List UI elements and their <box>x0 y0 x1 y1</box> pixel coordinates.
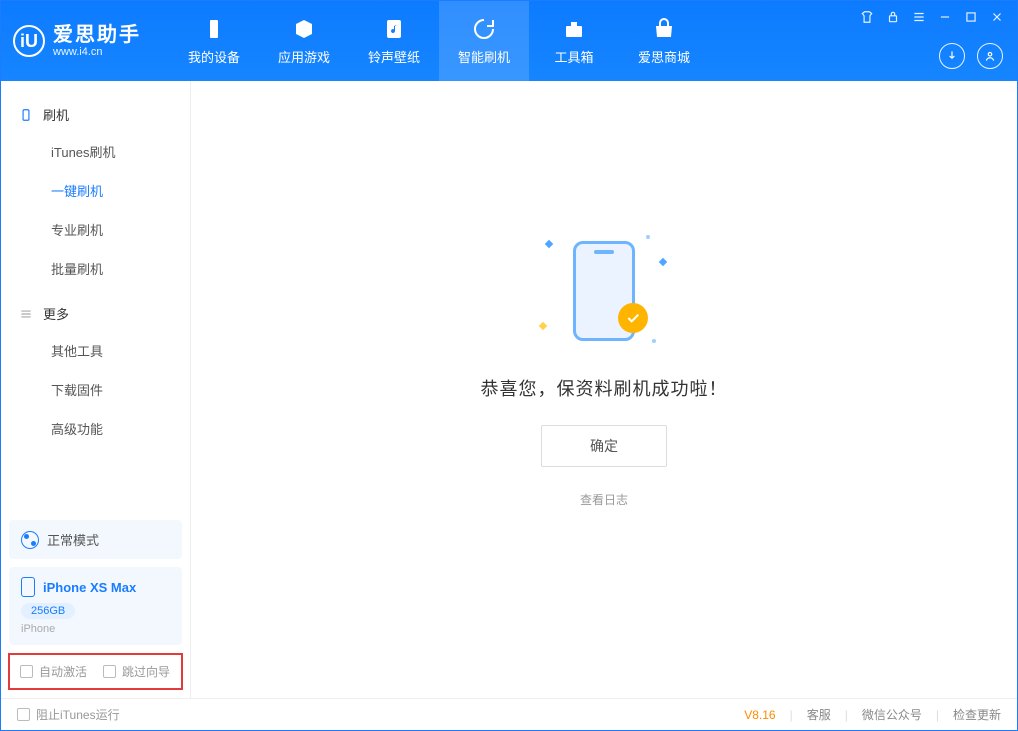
sidebar-item[interactable]: 批量刷机 <box>1 249 190 288</box>
window-controls <box>859 9 1005 25</box>
nav-tab-music[interactable]: 铃声壁纸 <box>349 1 439 81</box>
body: 刷机 iTunes刷机一键刷机专业刷机批量刷机 更多 其他工具下载固件高级功能 … <box>1 81 1017 698</box>
device-icon <box>21 577 35 597</box>
nav-tab-shop[interactable]: 爱思商城 <box>619 1 709 81</box>
footer-right: V8.16 | 客服 | 微信公众号 | 检查更新 <box>744 706 1001 723</box>
view-log-link[interactable]: 查看日志 <box>580 491 628 508</box>
sidebar-item[interactable]: 一键刷机 <box>1 171 190 210</box>
sidebar: 刷机 iTunes刷机一键刷机专业刷机批量刷机 更多 其他工具下载固件高级功能 … <box>1 81 191 698</box>
shirt-icon[interactable] <box>859 9 875 25</box>
mode-label: 正常模式 <box>47 530 99 549</box>
footer-link-wechat[interactable]: 微信公众号 <box>862 706 922 723</box>
device-storage: 256GB <box>21 603 75 619</box>
nav-tab-cube[interactable]: 应用游戏 <box>259 1 349 81</box>
checkbox-icon <box>20 665 33 678</box>
menu-icon[interactable] <box>911 9 927 25</box>
sidebar-checks-highlight: 自动激活 跳过向导 <box>8 653 183 690</box>
sidebar-group-flash: 刷机 <box>1 97 190 132</box>
checkbox-auto-activate[interactable]: 自动激活 <box>20 663 87 680</box>
list-icon <box>19 307 33 321</box>
nav-tab-toolbox[interactable]: 工具箱 <box>529 1 619 81</box>
footer-link-service[interactable]: 客服 <box>807 706 831 723</box>
sidebar-top: 刷机 iTunes刷机一键刷机专业刷机批量刷机 更多 其他工具下载固件高级功能 <box>1 81 190 512</box>
nav-tab-label: 应用游戏 <box>278 47 330 66</box>
device-type: iPhone <box>21 623 170 635</box>
version-label: V8.16 <box>744 708 775 722</box>
sidebar-item[interactable]: 下载固件 <box>1 370 190 409</box>
checkbox-label: 自动激活 <box>39 663 87 680</box>
download-icon[interactable] <box>939 43 965 69</box>
refresh-icon <box>472 17 496 41</box>
success-panel: 恭喜您，保资料刷机成功啦！ 确定 查看日志 <box>481 231 728 508</box>
shop-icon <box>652 17 676 41</box>
success-message: 恭喜您，保资料刷机成功啦！ <box>481 375 728 401</box>
footer-link-update[interactable]: 检查更新 <box>953 706 1001 723</box>
success-illustration <box>534 231 674 351</box>
sidebar-bottom: 正常模式 iPhone XS Max 256GB iPhone 自动激活 <box>1 512 190 698</box>
sidebar-group-title: 更多 <box>43 304 69 323</box>
mode-icon <box>21 531 39 549</box>
checkbox-skip-guide[interactable]: 跳过向导 <box>103 663 170 680</box>
sidebar-item[interactable]: 高级功能 <box>1 409 190 448</box>
nav-tab-label: 工具箱 <box>554 47 593 66</box>
check-badge-icon <box>618 303 648 333</box>
phone-icon <box>19 108 33 122</box>
logo-title: 爱思助手 <box>53 24 141 46</box>
nav-tab-refresh[interactable]: 智能刷机 <box>439 1 529 81</box>
checkbox-label: 阻止iTunes运行 <box>36 706 120 723</box>
nav-tab-label: 我的设备 <box>188 47 240 66</box>
close-icon[interactable] <box>989 9 1005 25</box>
device-card[interactable]: iPhone XS Max 256GB iPhone <box>9 567 182 645</box>
maximize-icon[interactable] <box>963 9 979 25</box>
checkbox-block-itunes[interactable]: 阻止iTunes运行 <box>17 706 120 723</box>
footer: 阻止iTunes运行 V8.16 | 客服 | 微信公众号 | 检查更新 <box>1 698 1017 730</box>
device-icon <box>202 17 226 41</box>
sidebar-item[interactable]: iTunes刷机 <box>1 132 190 171</box>
header-actions <box>939 43 1003 69</box>
app-window: iU 爱思助手 www.i4.cn 我的设备 应用游戏 铃声壁纸 智能刷机 工具箱 爱思商… <box>0 0 1018 731</box>
sidebar-item[interactable]: 专业刷机 <box>1 210 190 249</box>
mode-card[interactable]: 正常模式 <box>9 520 182 559</box>
logo: iU 爱思助手 www.i4.cn <box>13 24 141 58</box>
logo-text: 爱思助手 www.i4.cn <box>53 24 141 58</box>
logo-url: www.i4.cn <box>53 46 141 58</box>
toolbox-icon <box>562 17 586 41</box>
ok-button[interactable]: 确定 <box>541 425 667 467</box>
checkbox-label: 跳过向导 <box>122 663 170 680</box>
nav-tab-label: 爱思商城 <box>638 47 690 66</box>
cube-icon <box>292 17 316 41</box>
sidebar-group-more: 更多 <box>1 296 190 331</box>
sidebar-group-title: 刷机 <box>43 105 69 124</box>
main-content: 恭喜您，保资料刷机成功啦！ 确定 查看日志 <box>191 81 1017 698</box>
nav-tab-label: 铃声壁纸 <box>368 47 420 66</box>
header: iU 爱思助手 www.i4.cn 我的设备 应用游戏 铃声壁纸 智能刷机 工具箱 爱思商… <box>1 1 1017 81</box>
nav-tab-label: 智能刷机 <box>458 47 510 66</box>
user-icon[interactable] <box>977 43 1003 69</box>
minimize-icon[interactable] <box>937 9 953 25</box>
nav-tab-device[interactable]: 我的设备 <box>169 1 259 81</box>
music-icon <box>382 17 406 41</box>
checkbox-icon <box>103 665 116 678</box>
sidebar-item[interactable]: 其他工具 <box>1 331 190 370</box>
device-name: iPhone XS Max <box>43 580 136 595</box>
lock-icon[interactable] <box>885 9 901 25</box>
checkbox-icon <box>17 708 30 721</box>
nav-tabs: 我的设备 应用游戏 铃声壁纸 智能刷机 工具箱 爱思商城 <box>169 1 709 81</box>
logo-icon: iU <box>13 25 45 57</box>
